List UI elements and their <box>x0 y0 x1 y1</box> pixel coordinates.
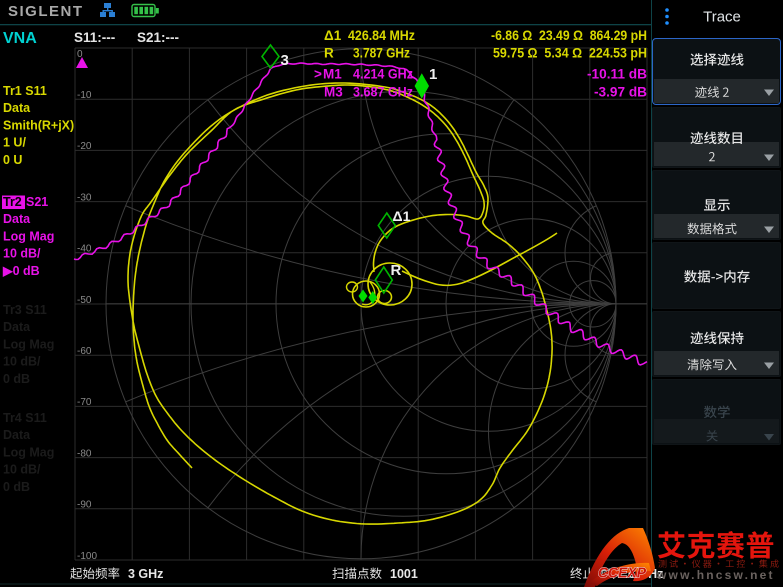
svg-text:-60: -60 <box>77 346 92 357</box>
svg-text:-70: -70 <box>77 397 92 408</box>
svg-text:-10.11 dB: -10.11 dB <box>587 67 647 82</box>
svg-text:-6.86 Ω 23.49 Ω 864.29 pH: -6.86 Ω 23.49 Ω 864.29 pH <box>491 28 647 43</box>
svg-text:3: 3 <box>281 52 289 69</box>
svg-text:M1: M1 <box>323 67 342 82</box>
svg-text:0 U: 0 U <box>3 153 22 167</box>
svg-text:Data: Data <box>3 428 31 442</box>
svg-text:59.75 Ω 5.34 Ω 224.53 pH: 59.75 Ω 5.34 Ω 224.53 pH <box>493 46 647 61</box>
svg-text:1001: 1001 <box>390 567 418 581</box>
svg-text:-20: -20 <box>77 141 92 152</box>
svg-text:Log Mag: Log Mag <box>3 445 54 459</box>
svg-text:www.hncsw.net: www.hncsw.net <box>656 568 775 582</box>
svg-text:-30: -30 <box>77 192 92 203</box>
svg-text:Tr3 S11: Tr3 S11 <box>3 303 47 317</box>
svg-text:-50: -50 <box>77 295 92 306</box>
svg-text:Log Mag: Log Mag <box>3 229 54 243</box>
svg-text:R: R <box>324 46 334 61</box>
svg-text:Tr4 S11: Tr4 S11 <box>3 411 47 425</box>
svg-text:M3: M3 <box>324 85 343 100</box>
svg-text:-3.97 dB: -3.97 dB <box>594 85 647 100</box>
svg-text:S21: S21 <box>26 195 48 209</box>
svg-text:426.84 MHz: 426.84 MHz <box>348 28 415 43</box>
svg-text:R: R <box>391 262 402 279</box>
svg-text:SIGLENT: SIGLENT <box>8 3 84 20</box>
svg-text:-80: -80 <box>77 448 92 459</box>
svg-text:3.787 GHz: 3.787 GHz <box>353 46 410 61</box>
svg-text:S21:---: S21:--- <box>137 30 179 45</box>
svg-text:3 GHz: 3 GHz <box>128 567 163 581</box>
svg-text:1: 1 <box>429 66 437 83</box>
svg-text:0 dB: 0 dB <box>3 372 30 386</box>
svg-text:10 dB/: 10 dB/ <box>3 355 41 369</box>
svg-text:10 dB/: 10 dB/ <box>3 463 41 477</box>
svg-text:0 dB: 0 dB <box>3 480 30 494</box>
svg-text:-10: -10 <box>77 90 92 101</box>
svg-text:Smith(R+jX): Smith(R+jX) <box>3 118 74 132</box>
svg-text:Δ1: Δ1 <box>393 208 411 224</box>
svg-text:Tr2: Tr2 <box>3 195 22 209</box>
svg-text:S11:---: S11:--- <box>74 30 115 45</box>
svg-text:Trace: Trace <box>703 9 741 26</box>
svg-text:1 U/: 1 U/ <box>3 136 26 150</box>
svg-text:Log Mag: Log Mag <box>3 337 54 351</box>
svg-text:3.687 GHz: 3.687 GHz <box>353 85 413 100</box>
svg-text:Data: Data <box>3 212 31 226</box>
svg-text:-90: -90 <box>77 500 92 511</box>
svg-text:Data: Data <box>3 101 31 115</box>
svg-text:4.214 GHz: 4.214 GHz <box>353 67 413 82</box>
svg-text:Δ1: Δ1 <box>324 28 342 43</box>
svg-text:10 dB/: 10 dB/ <box>3 247 41 261</box>
svg-text:VNA: VNA <box>3 30 37 47</box>
svg-text:-100: -100 <box>77 551 97 562</box>
svg-text:Tr1 S11: Tr1 S11 <box>3 84 47 98</box>
svg-text:>: > <box>314 67 322 82</box>
svg-text:▶0 dB: ▶0 dB <box>2 264 40 278</box>
svg-text:Data: Data <box>3 320 31 334</box>
svg-text:CCEXP: CCEXP <box>598 565 647 582</box>
